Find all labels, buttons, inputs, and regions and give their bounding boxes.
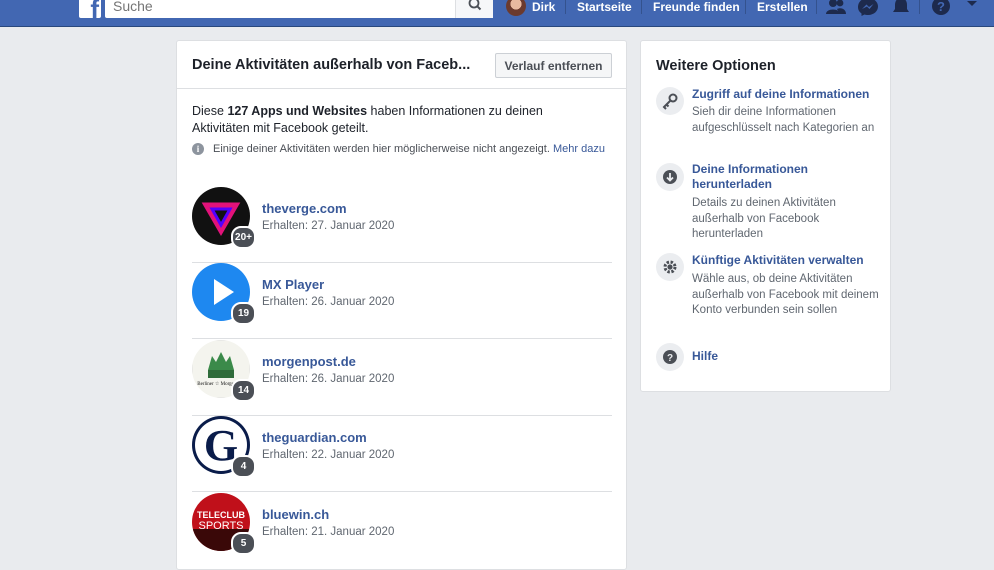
help-icon: ? [656,343,684,371]
more-options-title: Weitere Optionen [656,58,776,74]
app-name-link[interactable]: morgenpost.de [262,354,356,369]
activity-count-badge: 4 [231,455,256,478]
top-navigation-bar: f Dirk Startseite Freunde finden Erstell… [0,0,994,27]
nav-divider [816,0,817,14]
received-date: Erhalten: 21. Januar 2020 [262,526,395,538]
sports-logo-text: SPORTS [198,520,243,532]
option-description: Details zu deinen Aktivitäten außerhalb … [692,197,836,240]
profile-link[interactable]: Dirk [532,0,555,14]
app-name-link[interactable]: bluewin.ch [262,507,329,522]
learn-more-link[interactable]: Mehr dazu [553,143,605,155]
option-description: Wähle aus, ob deine Aktivitäten außerhal… [692,273,879,316]
friend-requests-icon[interactable] [826,0,846,16]
access-your-information-link[interactable]: Zugriff auf deine Informationen [692,87,882,102]
app-list-item[interactable]: 19 MX Player Erhalten: 26. Januar 2020 [192,263,612,339]
help-icon[interactable]: ? [931,0,951,16]
app-name-link[interactable]: theverge.com [262,201,347,216]
manage-future-activity-link[interactable]: Künftige Aktivitäten verwalten [692,253,882,268]
clear-history-button[interactable]: Verlauf entfernen [495,53,612,78]
svg-text:?: ? [667,353,673,364]
find-friends-link[interactable]: Freunde finden [653,0,740,14]
info-icon: i [192,143,204,155]
off-facebook-activity-card: Deine Aktivitäten außerhalb von Faceb...… [176,40,627,570]
received-date: Erhalten: 27. Januar 2020 [262,220,395,232]
facebook-logo-icon[interactable]: f [79,0,101,18]
nav-divider [641,0,642,14]
activity-count-badge: 19 [231,302,256,325]
intro-app-count: 127 Apps und Websites [227,104,368,118]
search-box [105,0,493,18]
nav-divider [565,0,566,14]
download-icon [656,163,684,191]
received-date: Erhalten: 22. Januar 2020 [262,449,395,461]
app-list-item[interactable]: G 4 theguardian.com Erhalten: 22. Januar… [192,416,612,492]
received-date: Erhalten: 26. Januar 2020 [262,373,395,385]
app-list-item[interactable]: Berliner ☆ Morgenpost 14 morgenpost.de E… [192,340,612,416]
activity-count-badge: 5 [231,532,256,555]
create-link[interactable]: Erstellen [757,0,808,14]
help-link[interactable]: Hilfe [692,349,882,364]
nav-divider [745,0,746,14]
search-button[interactable] [455,0,493,18]
activity-count-badge: 20+ [231,226,256,249]
profile-avatar[interactable] [506,0,526,16]
svg-text:?: ? [937,0,945,14]
notifications-bell-icon[interactable] [892,0,910,16]
intro-prefix: Diese [192,104,228,118]
card-header: Deine Aktivitäten außerhalb von Faceb...… [177,41,626,89]
teleclub-logo-text: TELECLUB [197,510,245,520]
home-link[interactable]: Startseite [577,0,632,14]
app-name-link[interactable]: theguardian.com [262,430,367,445]
option-description: Sieh dir deine Informationen aufgeschlüs… [692,106,875,134]
search-input[interactable] [105,0,455,18]
app-list-item[interactable]: 20+ theverge.com Erhalten: 27. Januar 20… [192,187,612,263]
page-title: Deine Aktivitäten außerhalb von Faceb... [192,57,471,73]
info-text: Einige deiner Aktivitäten werden hier mö… [213,143,553,155]
received-date: Erhalten: 26. Januar 2020 [262,296,395,308]
more-options-card: Weitere Optionen Zugriff auf deine Infor… [640,40,891,392]
key-icon [656,87,684,115]
messenger-icon[interactable] [858,0,878,16]
nav-divider [919,0,920,14]
account-menu-dropdown-icon[interactable] [966,0,978,8]
download-your-information-link[interactable]: Deine Informationen herunterladen [692,162,882,192]
search-icon [468,0,482,11]
gear-icon [656,253,684,281]
intro-text: Diese 127 Apps und Websites haben Inform… [192,103,592,137]
activity-count-badge: 14 [231,379,256,402]
app-name-link[interactable]: MX Player [262,277,324,292]
